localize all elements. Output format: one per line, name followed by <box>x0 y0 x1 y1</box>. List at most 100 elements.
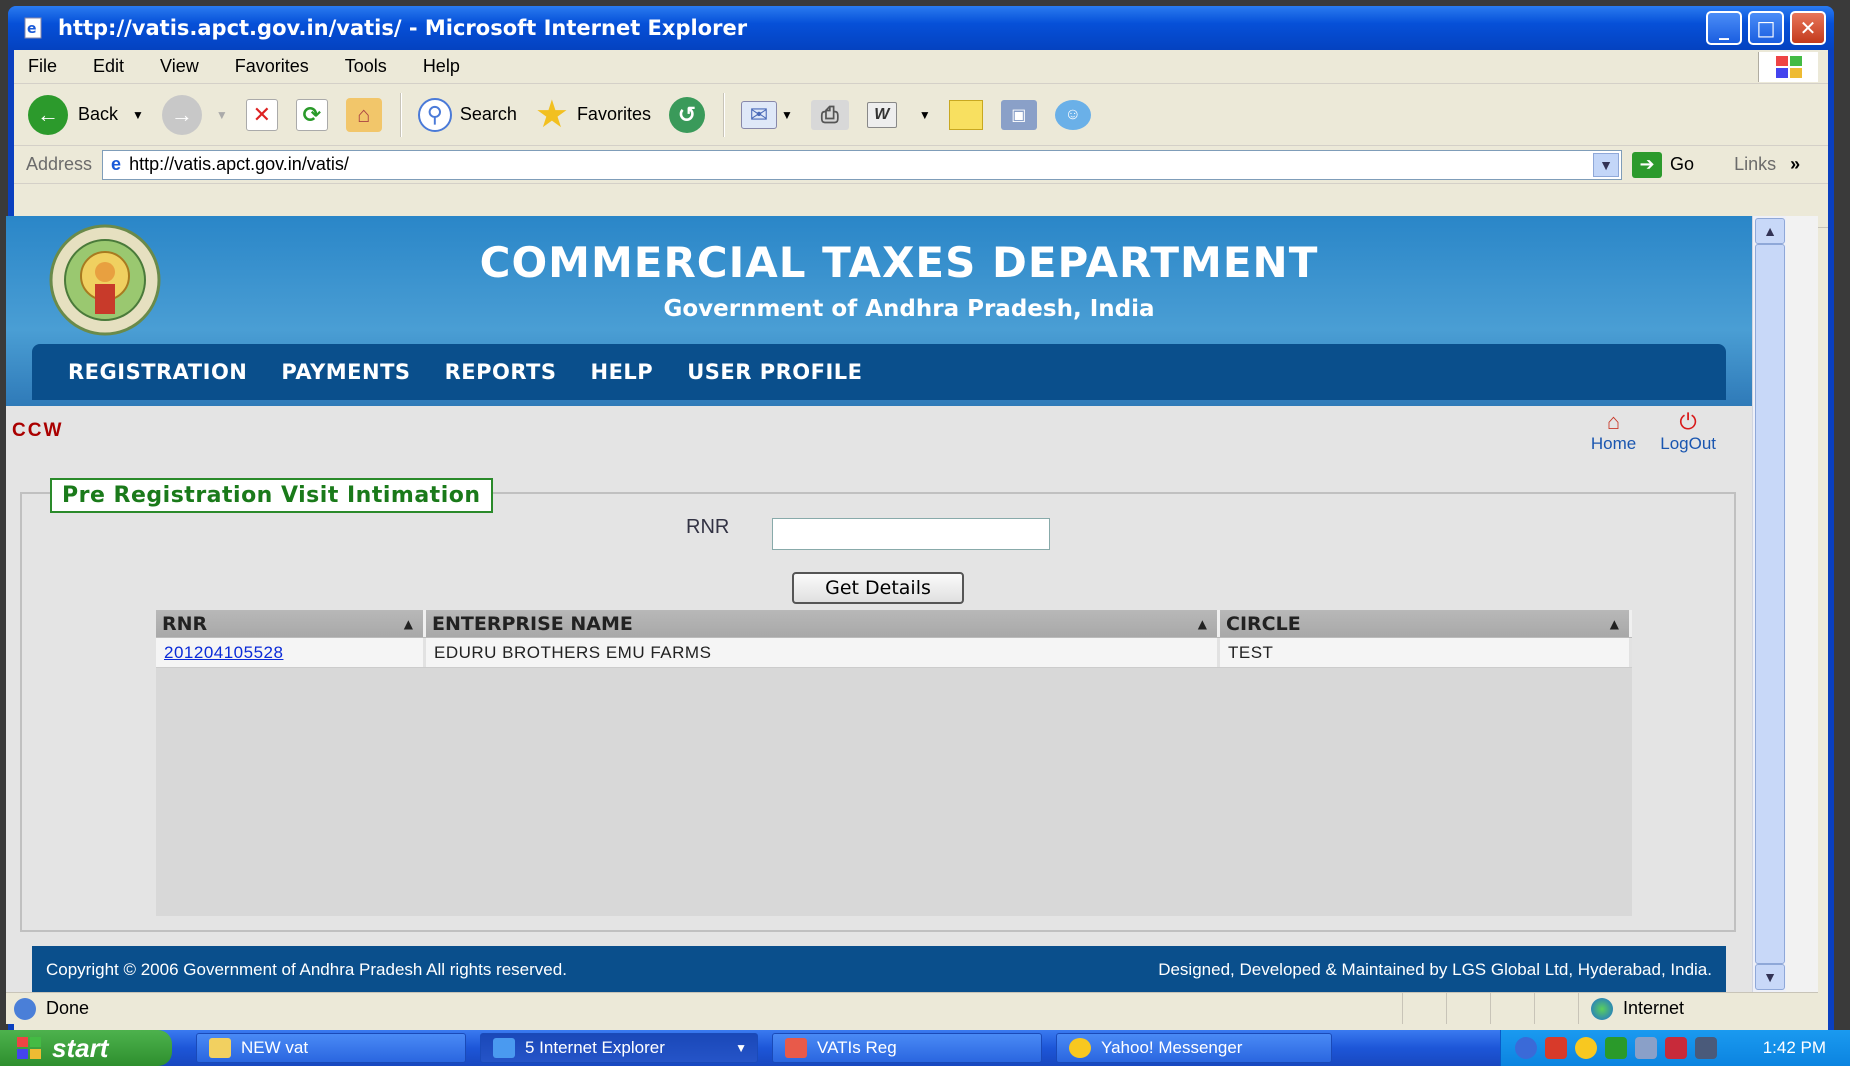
site-subtitle: Government of Andhra Pradesh, India <box>663 296 1155 322</box>
standard-toolbar: ← Back ▼ → ▼ ✕ ⟳ ⌂ ⚲ Search ★ Favorites … <box>14 84 1828 146</box>
home-link-label: Home <box>1590 434 1637 453</box>
go-button[interactable]: ➔ Go <box>1632 151 1695 178</box>
research-button[interactable]: ▣ <box>1000 99 1037 130</box>
forward-arrow-icon: → <box>161 94 202 135</box>
sort-asc-icon[interactable]: ▲ <box>404 617 413 631</box>
tray-display-icon[interactable] <box>1695 1037 1717 1059</box>
print-button[interactable]: ⎙ <box>810 99 849 130</box>
menu-favorites[interactable]: Favorites <box>235 56 309 77</box>
vertical-scrollbar[interactable]: ▲ ▼ <box>1752 216 1786 992</box>
menu-file[interactable]: File <box>28 56 57 77</box>
task-new-vat[interactable]: NEW vat <box>196 1033 466 1063</box>
task-label: 5 Internet Explorer <box>525 1038 665 1057</box>
menu-bar: File Edit View Favorites Tools Help <box>14 50 1828 84</box>
column-label: ENTERPRISE NAME <box>432 612 633 635</box>
task-label: VATIs Reg <box>817 1038 897 1057</box>
edit-button[interactable]: W ▼ <box>866 101 931 128</box>
column-header-enterprise[interactable]: ENTERPRISE NAME ▲ <box>426 610 1220 637</box>
title-bar[interactable]: e http://vatis.apct.gov.in/vatis/ - Micr… <box>8 6 1834 50</box>
page-viewport: COMMERCIAL TAXES DEPARTMENT Government o… <box>6 216 1752 992</box>
nav-reports[interactable]: REPORTS <box>445 360 557 384</box>
taskbar: start NEW vat 5 Internet Explorer ▼ VATI… <box>0 1030 1850 1066</box>
tray-messenger-icon[interactable] <box>1575 1037 1597 1059</box>
status-cell <box>1534 993 1578 1024</box>
maximize-button[interactable]: □ <box>1748 11 1784 45</box>
nav-registration[interactable]: REGISTRATION <box>68 360 247 384</box>
status-bar: Done Internet <box>6 992 1818 1024</box>
tray-monitor-icon[interactable] <box>1635 1037 1657 1059</box>
scroll-thumb[interactable] <box>1755 244 1785 964</box>
go-label: Go <box>1670 154 1695 174</box>
minimize-button[interactable]: _ <box>1706 11 1742 45</box>
star-icon: ★ <box>534 93 569 136</box>
discuss-button[interactable] <box>948 99 983 130</box>
menu-edit[interactable]: Edit <box>93 56 124 77</box>
task-internet-explorer[interactable]: 5 Internet Explorer ▼ <box>480 1033 758 1063</box>
search-button[interactable]: ⚲ Search <box>417 97 517 132</box>
get-details-button[interactable]: Get Details <box>792 572 964 604</box>
close-button[interactable]: ✕ <box>1790 11 1826 45</box>
back-button[interactable]: ← Back ▼ <box>28 94 144 135</box>
group-dropdown-icon[interactable]: ▼ <box>735 1041 747 1055</box>
nav-user-profile[interactable]: USER PROFILE <box>687 360 862 384</box>
research-icon: ▣ <box>1000 99 1037 130</box>
back-dropdown-icon[interactable]: ▼ <box>132 108 144 122</box>
rnr-input[interactable] <box>772 518 1050 550</box>
scroll-down-icon[interactable]: ▼ <box>1755 964 1785 990</box>
clock[interactable]: 1:42 PM <box>1763 1038 1826 1058</box>
mail-dropdown-icon[interactable]: ▼ <box>781 108 793 122</box>
ie-icon <box>493 1038 515 1058</box>
scroll-up-icon[interactable]: ▲ <box>1755 218 1785 244</box>
tray-app-icon[interactable] <box>1545 1037 1567 1059</box>
menu-view[interactable]: View <box>160 56 199 77</box>
status-page-icon <box>14 997 36 1020</box>
stop-icon: ✕ <box>245 98 278 131</box>
mail-button[interactable]: ✉ ▼ <box>740 100 793 129</box>
results-grid: RNR ▲ ENTERPRISE NAME ▲ CIRCLE ▲ 2012041… <box>156 610 1632 916</box>
start-button[interactable]: start <box>0 1030 172 1066</box>
status-cell <box>1402 993 1446 1024</box>
tray-shield-icon[interactable] <box>1665 1037 1687 1059</box>
status-cell <box>1446 993 1490 1024</box>
tray-expand-icon[interactable] <box>1515 1037 1537 1059</box>
logout-link[interactable]: ⏻ LogOut <box>1660 410 1716 454</box>
favorites-label: Favorites <box>576 104 651 124</box>
tray-network-icon[interactable] <box>1605 1037 1627 1059</box>
history-button[interactable]: ↺ <box>668 96 705 133</box>
status-text: Done <box>46 998 90 1018</box>
visit-intimation-panel: Pre Registration Visit Intimation RNR Ge… <box>20 478 1736 932</box>
forward-dropdown-icon[interactable]: ▼ <box>216 108 228 122</box>
stop-button[interactable]: ✕ <box>245 98 278 131</box>
favorites-button[interactable]: ★ Favorites <box>535 95 651 135</box>
house-icon: ⌂ <box>1606 409 1621 434</box>
address-input[interactable]: e http://vatis.apct.gov.in/vatis/ ▼ <box>102 149 1623 180</box>
user-tag: CCW <box>12 420 64 441</box>
sort-asc-icon[interactable]: ▲ <box>1610 617 1619 631</box>
menu-help[interactable]: Help <box>423 56 460 77</box>
links-chevron-icon[interactable]: » <box>1790 154 1800 175</box>
column-header-rnr[interactable]: RNR ▲ <box>156 610 426 637</box>
refresh-button[interactable]: ⟳ <box>295 98 328 131</box>
edit-dropdown-icon[interactable]: ▼ <box>919 108 931 122</box>
links-label[interactable]: Links <box>1734 154 1776 175</box>
address-dropdown-icon[interactable]: ▼ <box>1593 152 1620 177</box>
task-vatis-reg[interactable]: VATIs Reg <box>772 1033 1042 1063</box>
panel-legend: Pre Registration Visit Intimation <box>50 478 493 513</box>
sort-asc-icon[interactable]: ▲ <box>1198 617 1207 631</box>
address-bar: Address e http://vatis.apct.gov.in/vatis… <box>14 146 1828 184</box>
power-icon: ⏻ <box>1679 409 1697 434</box>
messenger-button[interactable]: ☺ <box>1054 99 1091 130</box>
search-label: Search <box>459 104 517 124</box>
home-link[interactable]: ⌂ Home <box>1591 410 1636 454</box>
menu-tools[interactable]: Tools <box>345 56 387 77</box>
forward-button[interactable]: → ▼ <box>161 94 228 135</box>
grid-header: RNR ▲ ENTERPRISE NAME ▲ CIRCLE ▲ <box>156 610 1632 638</box>
credits-text: Designed, Developed & Maintained by LGS … <box>1158 960 1712 979</box>
table-row[interactable]: 201204105528 EDURU BROTHERS EMU FARMS TE… <box>156 638 1632 668</box>
nav-payments[interactable]: PAYMENTS <box>281 360 410 384</box>
home-toolbar-button[interactable]: ⌂ <box>345 97 382 132</box>
column-header-circle[interactable]: CIRCLE ▲ <box>1220 610 1632 637</box>
nav-help[interactable]: HELP <box>591 360 654 384</box>
task-yahoo-messenger[interactable]: Yahoo! Messenger <box>1056 1033 1332 1063</box>
rnr-link[interactable]: 201204105528 <box>164 643 283 663</box>
